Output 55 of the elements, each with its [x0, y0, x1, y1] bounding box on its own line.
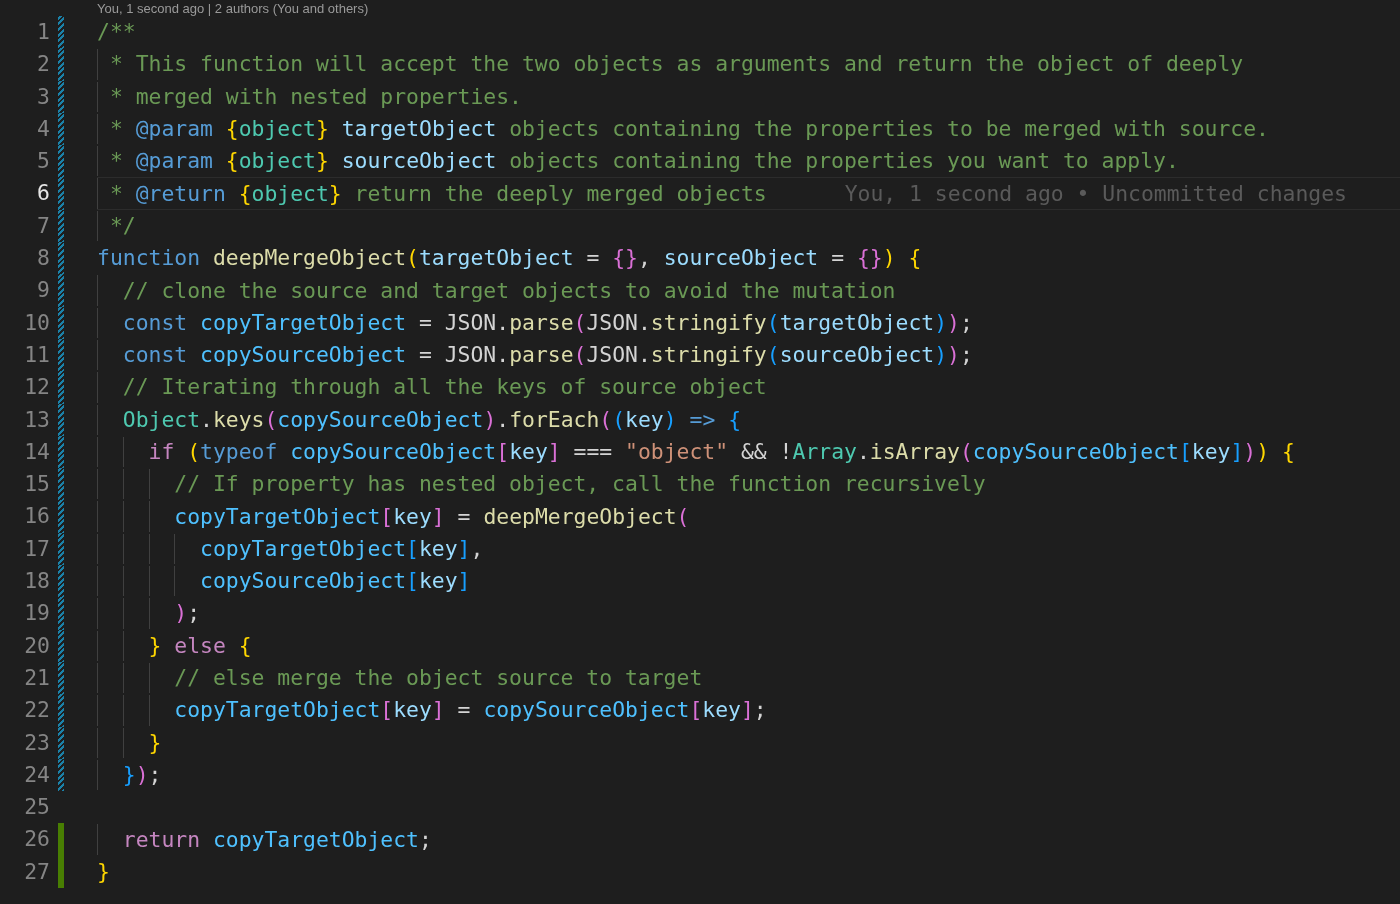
code-line: * @return {object} return the deeply merged objects [109, 179, 767, 208]
line-number: 24 [23, 760, 50, 789]
code-line: const copyTargetObject = JSON.parse(JSON.stringify(targetObject)); [122, 308, 973, 337]
code-line: copyTargetObject[key] = copySourceObject[key]; [174, 696, 767, 725]
line-number: 16 [23, 502, 50, 531]
code-line: copyTargetObject[key] = deepMergeObject( [174, 502, 690, 531]
line-number: 13 [23, 405, 50, 434]
line-number: 19 [23, 599, 50, 628]
code-line: copyTargetObject[key], [200, 534, 484, 563]
code-line: // clone the source and target objects to avoid the mutation [122, 276, 896, 305]
line-number: 4 [36, 114, 50, 143]
line-number: 25 [23, 793, 50, 822]
codelens-authors[interactable]: You, 1 second ago | 2 authors (You and others) [97, 1, 369, 16]
line-number: 21 [23, 663, 50, 692]
code-line: // Iterating through all the keys of source object [122, 373, 767, 402]
code-line: Object.keys(copySourceObject).forEach((key) => { [122, 405, 742, 434]
code-line: // else merge the object source to target [174, 664, 703, 693]
code-line: // If property has nested object, call the function recursively [174, 470, 986, 499]
line-number: 3 [36, 82, 50, 111]
line-number: 14 [23, 437, 50, 466]
line-number: 20 [23, 631, 50, 660]
code-line: } [97, 857, 110, 886]
line-number: 9 [36, 276, 50, 305]
line-number: 5 [36, 147, 50, 176]
code-line: } else { [148, 631, 252, 660]
line-number: 22 [23, 696, 50, 725]
code-line: * This function will accept the two objects as arguments and return the object of deeply [109, 50, 1244, 79]
line-number: 2 [36, 50, 50, 79]
line-number: 17 [23, 534, 50, 563]
code-line: }); [122, 760, 162, 789]
line-number: 7 [36, 211, 50, 240]
line-number: 15 [23, 470, 50, 499]
blame-annotation: You, 1 second ago • Uncommitted changes [844, 179, 1347, 208]
line-number: 11 [23, 340, 50, 369]
line-number: 23 [23, 728, 50, 757]
line-number: 6 [36, 179, 50, 208]
code-line: * merged with nested properties. [109, 82, 522, 111]
code-line: } [148, 728, 162, 757]
code-line: return copyTargetObject; [122, 825, 432, 854]
line-number: 18 [23, 567, 50, 596]
code-line: copySourceObject[key] [200, 567, 471, 596]
code-line: ); [174, 599, 201, 628]
code-line: /** [97, 18, 136, 47]
code-line: */ [109, 211, 136, 240]
code-line: * @param {object} targetObject objects containing the properties to be merged with source. [109, 115, 1269, 144]
line-number: 10 [23, 308, 50, 337]
line-number: 1 [36, 18, 50, 46]
line-number: 12 [23, 373, 50, 402]
line-number: 8 [36, 244, 50, 273]
code-line: * @param {object} sourceObject objects containing the properties you want to apply. [109, 147, 1179, 176]
code-line: function deepMergeObject(targetObject = {}, sourceObject = {}) { [97, 244, 922, 273]
code-line: if (typeof copySourceObject[key] === "object" && !Array.isArray(copySourceObject[key])) { [148, 438, 1295, 466]
line-number: 26 [23, 825, 50, 854]
code-line: const copySourceObject = JSON.parse(JSON.stringify(sourceObject)); [122, 341, 973, 370]
line-number: 27 [23, 857, 50, 886]
